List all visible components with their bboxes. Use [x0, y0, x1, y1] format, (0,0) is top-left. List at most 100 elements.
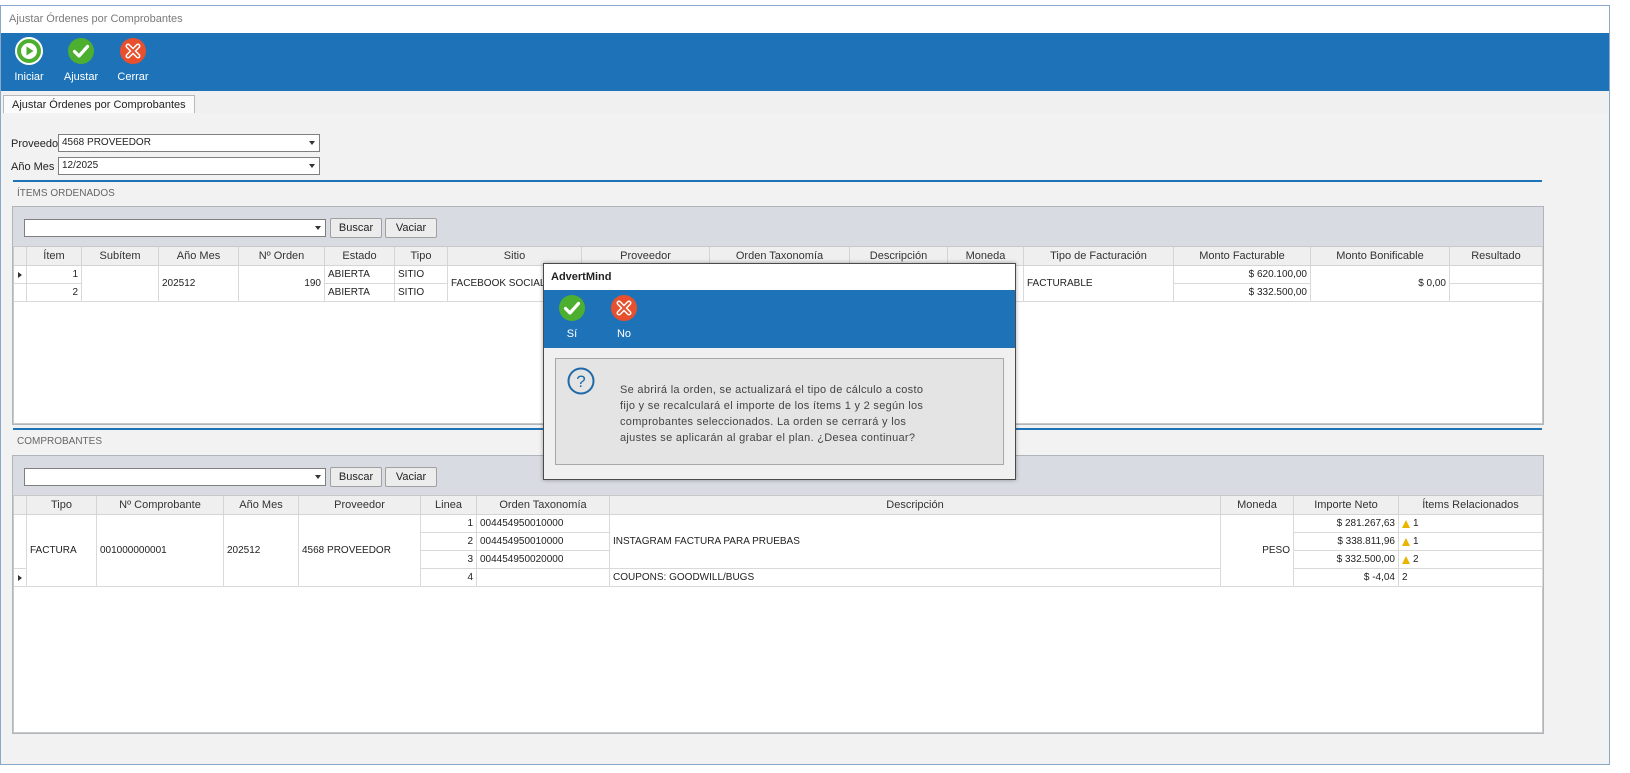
- table-cell[interactable]: ABIERTA: [325, 284, 395, 302]
- cancel-icon: [611, 295, 637, 321]
- play-icon: [15, 37, 43, 65]
- table-cell[interactable]: 004454950020000: [477, 551, 610, 569]
- column-header[interactable]: Año Mes: [224, 496, 299, 515]
- row-indicator[interactable]: [14, 266, 27, 284]
- table-cell[interactable]: FACTURA: [27, 515, 97, 587]
- table-cell[interactable]: 4568 PROVEEDOR: [299, 515, 421, 587]
- items-search-button[interactable]: Buscar: [330, 218, 382, 238]
- tab-adjust-orders[interactable]: Ajustar Órdenes por Comprobantes: [3, 95, 195, 114]
- table-cell[interactable]: 1: [1399, 533, 1543, 551]
- column-header[interactable]: Nº Orden: [239, 247, 325, 266]
- table-cell[interactable]: 2: [1399, 551, 1543, 569]
- message-line: Se abrirá la orden, se actualizará el ti…: [620, 384, 924, 396]
- table-cell[interactable]: 2: [421, 533, 477, 551]
- table-cell[interactable]: 001000000001: [97, 515, 224, 587]
- table-cell[interactable]: $ 332.500,00: [1174, 284, 1311, 302]
- message-line: fijo y se recalculará el importe de los …: [620, 400, 924, 412]
- table-cell[interactable]: SITIO: [395, 284, 448, 302]
- table-cell[interactable]: 202512: [224, 515, 299, 587]
- provider-label: Proveedor: [11, 138, 62, 150]
- column-header[interactable]: Proveedor: [299, 496, 421, 515]
- start-button[interactable]: Iniciar: [5, 37, 53, 83]
- column-header[interactable]: Tipo: [27, 496, 97, 515]
- items-clear-button[interactable]: Vaciar: [385, 218, 437, 238]
- table-cell[interactable]: 190: [239, 266, 325, 302]
- table-cell[interactable]: [1450, 284, 1543, 302]
- question-icon: ?: [567, 367, 595, 395]
- table-cell[interactable]: 004454950010000: [477, 515, 610, 533]
- column-header[interactable]: Tipo: [395, 247, 448, 266]
- table-cell[interactable]: 2: [27, 284, 82, 302]
- column-header[interactable]: Ítem: [27, 247, 82, 266]
- column-header[interactable]: Subítem: [82, 247, 159, 266]
- confirm-dialog: AdvertMind Sí No ? Se abrirá la orden, s…: [543, 263, 1016, 480]
- checkmark-icon: [559, 295, 585, 321]
- warning-icon: [1402, 555, 1410, 564]
- table-cell[interactable]: [1450, 266, 1543, 284]
- table-cell[interactable]: 004454950010000: [477, 533, 610, 551]
- table-cell[interactable]: PESO: [1221, 515, 1294, 587]
- table-cell[interactable]: FACTURABLE: [1024, 266, 1174, 302]
- table-cell[interactable]: 2: [1399, 569, 1543, 587]
- table-cell[interactable]: [82, 266, 159, 302]
- provider-select[interactable]: 4568 PROVEEDOR: [58, 134, 320, 152]
- table-cell[interactable]: $ -4,04: [1294, 569, 1399, 587]
- column-header[interactable]: Linea: [421, 496, 477, 515]
- table-cell[interactable]: 1: [1399, 515, 1543, 533]
- table-cell[interactable]: [477, 569, 610, 587]
- table-cell[interactable]: $ 281.267,63: [1294, 515, 1399, 533]
- chevron-down-icon: [309, 141, 315, 145]
- table-cell[interactable]: SITIO: [395, 266, 448, 284]
- column-header[interactable]: Monto Facturable: [1174, 247, 1311, 266]
- items-section-title: ÍTEMS ORDENADOS: [17, 188, 115, 199]
- column-header[interactable]: Resultado: [1450, 247, 1543, 266]
- table-cell[interactable]: $ 332.500,00: [1294, 551, 1399, 569]
- items-section-divider: [13, 180, 1542, 182]
- column-header[interactable]: Ítems Relacionados: [1399, 496, 1543, 515]
- column-header[interactable]: Monto Bonificable: [1311, 247, 1450, 266]
- vouchers-search-button[interactable]: Buscar: [330, 467, 382, 487]
- table-cell[interactable]: 1: [421, 515, 477, 533]
- table-cell[interactable]: 3: [421, 551, 477, 569]
- row-indicator[interactable]: [14, 515, 27, 569]
- table-cell[interactable]: $ 620.100,00: [1174, 266, 1311, 284]
- close-label: Cerrar: [117, 71, 149, 83]
- column-header[interactable]: Estado: [325, 247, 395, 266]
- yes-button[interactable]: Sí: [548, 294, 596, 340]
- vouchers-clear-button[interactable]: Vaciar: [385, 467, 437, 487]
- column-header[interactable]: Nº Comprobante: [97, 496, 224, 515]
- related-items-value: 1: [1413, 518, 1419, 529]
- items-search-input[interactable]: [24, 219, 326, 237]
- table-cell[interactable]: $ 0,00: [1311, 266, 1450, 302]
- column-header[interactable]: Año Mes: [159, 247, 239, 266]
- row-indicator-header: [14, 496, 27, 515]
- column-header[interactable]: Importe Neto: [1294, 496, 1399, 515]
- row-indicator[interactable]: [14, 569, 27, 587]
- message-line: ajustes se aplicarán al grabar el plan. …: [620, 432, 916, 444]
- vouchers-section-title: COMPROBANTES: [17, 436, 103, 447]
- table-cell[interactable]: 202512: [159, 266, 239, 302]
- column-header[interactable]: Tipo de Facturación: [1024, 247, 1174, 266]
- current-row-icon: [18, 575, 22, 581]
- period-select[interactable]: 12/2025: [58, 157, 320, 175]
- table-cell[interactable]: INSTAGRAM FACTURA PARA PRUEBAS: [610, 515, 1221, 569]
- vouchers-search-input[interactable]: [24, 468, 326, 486]
- table-cell[interactable]: 1: [27, 266, 82, 284]
- vouchers-grid[interactable]: Tipo Nº Comprobante Año Mes Proveedor Li…: [13, 495, 1543, 733]
- column-header[interactable]: Descripción: [610, 496, 1221, 515]
- no-button[interactable]: No: [600, 294, 648, 340]
- period-label: Año Mes: [11, 161, 55, 173]
- adjust-button[interactable]: Ajustar: [57, 37, 105, 83]
- column-header[interactable]: Orden Taxonomía: [477, 496, 610, 515]
- table-cell[interactable]: $ 338.811,96: [1294, 533, 1399, 551]
- table-cell[interactable]: ABIERTA: [325, 266, 395, 284]
- column-header[interactable]: Moneda: [1221, 496, 1294, 515]
- table-cell[interactable]: COUPONS: GOODWILL/BUGS: [610, 569, 1221, 587]
- provider-value: 4568 PROVEEDOR: [62, 137, 151, 148]
- warning-icon: [1402, 537, 1410, 546]
- table-cell[interactable]: 4: [421, 569, 477, 587]
- adjust-label: Ajustar: [63, 71, 99, 83]
- close-button[interactable]: Cerrar: [109, 37, 157, 83]
- row-indicator[interactable]: [14, 284, 27, 302]
- cancel-icon: [120, 38, 146, 64]
